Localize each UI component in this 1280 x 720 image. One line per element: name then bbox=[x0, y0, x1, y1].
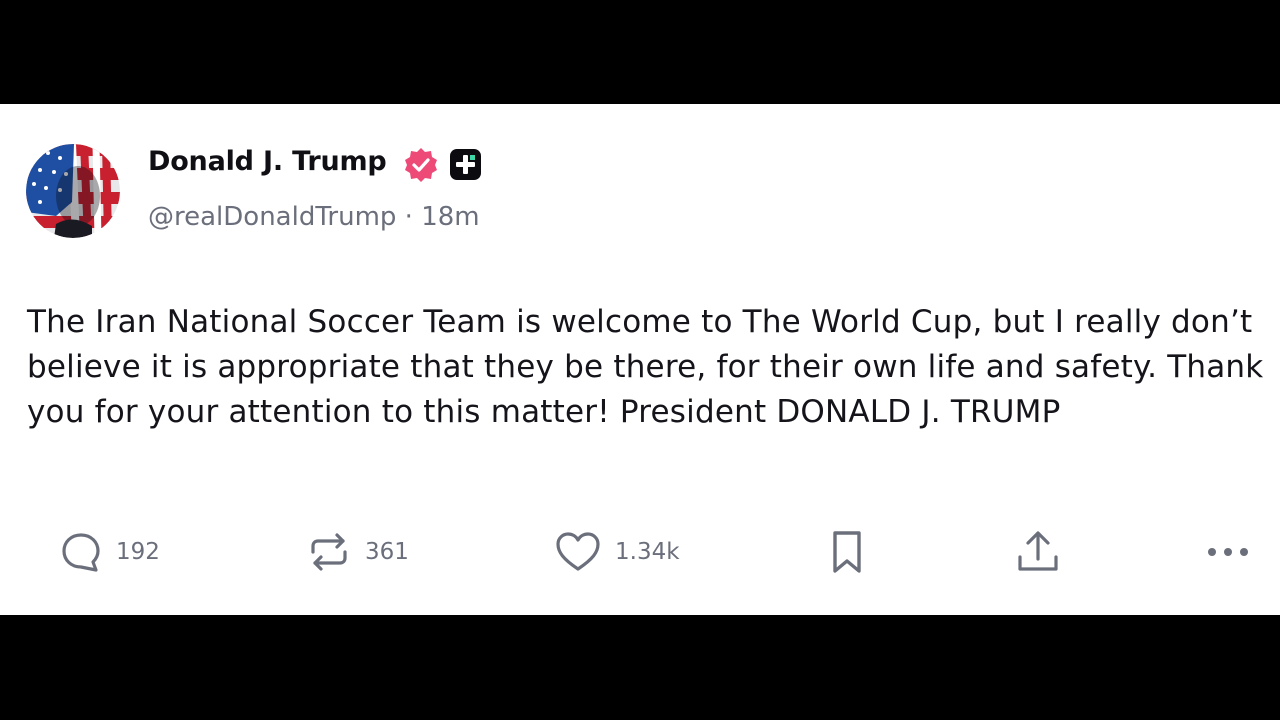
more-options-button[interactable] bbox=[1206, 529, 1250, 575]
like-count: 1.34k bbox=[615, 539, 680, 565]
plus-badge-icon bbox=[449, 148, 482, 181]
speech-bubble-icon bbox=[62, 533, 100, 572]
bookmark-icon bbox=[833, 531, 861, 573]
bookmark-button[interactable] bbox=[830, 529, 864, 575]
meta-separator: · bbox=[404, 202, 413, 232]
share-button[interactable] bbox=[1016, 529, 1060, 575]
post-card: Donald J. Trump @realDonaldTrump · 18m T… bbox=[0, 104, 1280, 615]
reply-button[interactable]: 192 bbox=[60, 529, 160, 575]
repost-button[interactable]: 361 bbox=[307, 529, 409, 575]
verified-badge-icon bbox=[403, 147, 439, 183]
post-body: The Iran National Soccer Team is welcome… bbox=[27, 304, 1264, 430]
repost-count: 361 bbox=[365, 539, 409, 565]
post-timestamp[interactable]: 18m bbox=[421, 202, 479, 232]
share-upload-icon bbox=[1018, 531, 1058, 571]
more-dots-icon bbox=[1208, 548, 1248, 556]
repost-arrows-icon bbox=[311, 533, 347, 571]
post-meta: @realDonaldTrump · 18m bbox=[148, 202, 480, 232]
avatar[interactable] bbox=[26, 144, 120, 238]
reply-count: 192 bbox=[116, 539, 160, 565]
heart-icon bbox=[556, 532, 600, 571]
author-name[interactable]: Donald J. Trump bbox=[148, 146, 387, 177]
like-button[interactable]: 1.34k bbox=[555, 529, 680, 575]
author-handle[interactable]: @realDonaldTrump bbox=[148, 202, 396, 232]
